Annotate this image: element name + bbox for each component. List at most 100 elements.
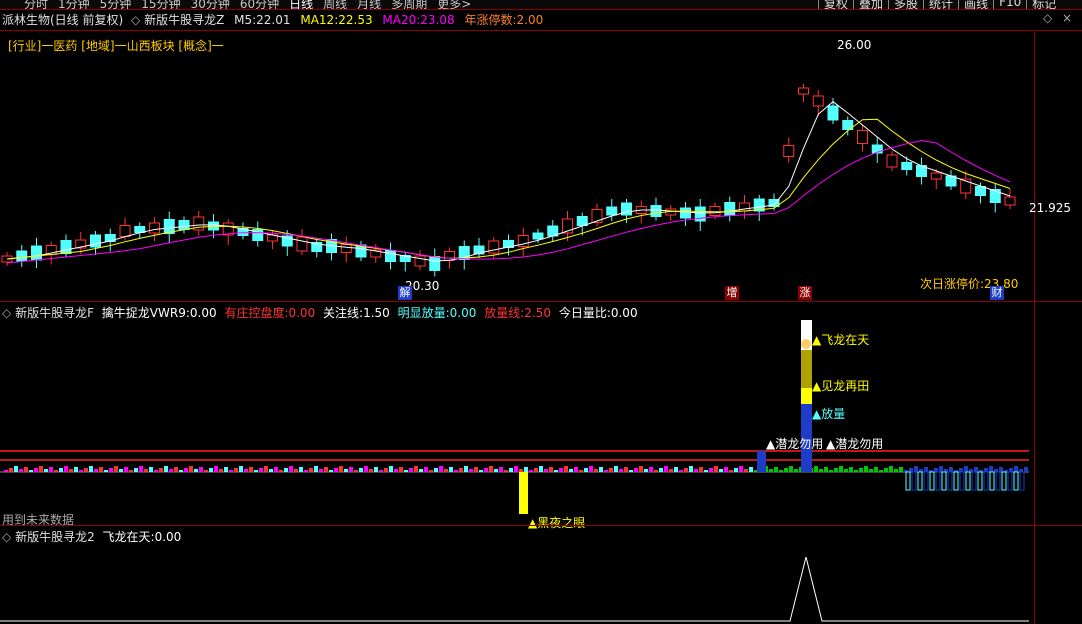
indicator-bar [714,466,718,472]
indicator-bar [59,468,63,472]
indicator-bar [844,469,848,472]
signal-text-hidden2: 潜龙勿用 [835,437,884,451]
indicator-bar [19,469,23,472]
indicator-bar [234,468,238,472]
indicator-bar [304,470,308,472]
limit-label: 年涨停数: [464,13,517,27]
indicator-bar [1024,467,1028,472]
indicator-bar [709,468,713,472]
panel2-title[interactable]: 新版牛股寻龙F [15,306,94,320]
fly-signal-line [0,556,1029,622]
period-tab-2[interactable]: 5分钟 [100,0,132,9]
indicator-bar [209,468,213,472]
indicator-bar [64,466,68,472]
signal-label-fly: ▲飞龙在天 [812,333,870,347]
action-tab-4[interactable]: 画线 [958,0,993,9]
chevron-down-icon[interactable]: ◇ [2,530,11,544]
candle-body [798,87,809,95]
indicator-bar [319,469,323,472]
diamond-icon[interactable]: ◇ [1043,11,1052,25]
indicator-bar [369,469,373,472]
close-icon[interactable]: × [1062,11,1072,25]
indicator-bar [309,468,313,472]
indicator-bar [334,468,338,472]
indicator-bar [554,470,558,472]
period-tab-1[interactable]: 1分钟 [58,0,90,9]
indicator-bar [439,466,443,472]
indicator-bar [179,470,183,472]
action-tab-3[interactable]: 统计 [923,0,958,9]
action-tab-1[interactable]: 叠加 [853,0,888,9]
stock-title[interactable]: 派林生物(日线 前复权) [2,13,123,27]
period-tab-9[interactable]: 多周期 [391,0,427,9]
period-tab-10[interactable]: 更多> [437,0,471,9]
event-marker-unlock[interactable]: 解 [398,286,412,300]
indicator-bar [959,468,963,472]
action-tab-6[interactable]: 标记 [1026,0,1061,9]
down-bar [941,471,947,491]
indicator-bar [284,468,288,472]
down-bar [953,471,959,491]
indicator-bar [259,468,263,472]
period-tab-6[interactable]: 日线 [289,0,313,9]
indicator-bar [459,468,463,472]
indicator-bar [349,467,353,472]
watch-label: 关注线: [323,306,364,320]
vol-label: 明显放量: [397,306,450,320]
indicator-bar [579,470,583,472]
period-tab-7[interactable]: 周线 [323,0,347,9]
period-tab-4[interactable]: 30分钟 [191,0,230,9]
panel3-value: 0.00 [154,530,182,544]
indicator-bar [489,466,493,472]
indicator-bar [519,469,523,472]
panel2-divider [0,525,1082,526]
indicator-chart[interactable] [0,320,1034,525]
signal-text-volume: 放量 [821,407,846,421]
period-tab-0[interactable]: 分时 [24,0,48,9]
indicator-bar [739,466,743,472]
action-tab-5[interactable]: F10 [993,0,1026,9]
indicator-bar [34,468,38,472]
indicator-bar [864,466,868,472]
indicator-name[interactable]: 新版牛股寻龙Z [144,13,224,27]
indicator-bar [609,468,613,472]
chevron-down-icon[interactable]: ◇ [2,306,11,320]
panel2-right-border [1034,302,1035,525]
signal-spike-chart[interactable] [0,545,1034,624]
indicator-bar [494,469,498,472]
indicator-bar [664,466,668,472]
indicator-bar [914,466,918,472]
panel3-title[interactable]: 新版牛股寻龙2 [15,530,95,544]
control-value: 0.00 [288,306,316,320]
action-tabs: 复权 叠加 多股 统计 画线 F10 标记 [818,0,1061,9]
indicator-bar [564,466,568,472]
indicator-bar [699,467,703,472]
period-tab-8[interactable]: 月线 [357,0,381,9]
period-tab-5[interactable]: 60分钟 [240,0,279,9]
candlestick-chart[interactable] [0,31,1034,301]
indicator-bar [254,470,258,472]
event-marker-increase[interactable]: 增 [725,286,739,300]
indicator-bar [229,470,233,472]
indicator-bar [379,470,383,472]
chart-right-border [1034,31,1035,302]
indicator-bar [829,470,833,472]
indicator-bar [624,467,628,472]
indicator-bar [49,467,53,472]
last-price-label: 21.925 [1029,201,1071,215]
action-tab-0[interactable]: 复权 [818,0,853,9]
chevron-down-icon[interactable]: ◇ [131,13,140,27]
watch-value: 1.50 [363,306,390,320]
indicator-bar [299,467,303,472]
indicator-bar [104,470,108,472]
night-eye-bar [519,472,528,514]
ma5-value: 22.01 [256,13,291,27]
event-marker-rise[interactable]: 涨 [798,286,812,300]
action-tab-2[interactable]: 多股 [888,0,923,9]
indicator-bar [454,470,458,472]
down-bar [917,471,923,491]
event-marker-finance[interactable]: 财 [990,286,1004,300]
down-bar [911,471,917,491]
indicator-bar [84,468,88,472]
period-tab-3[interactable]: 15分钟 [141,0,180,9]
